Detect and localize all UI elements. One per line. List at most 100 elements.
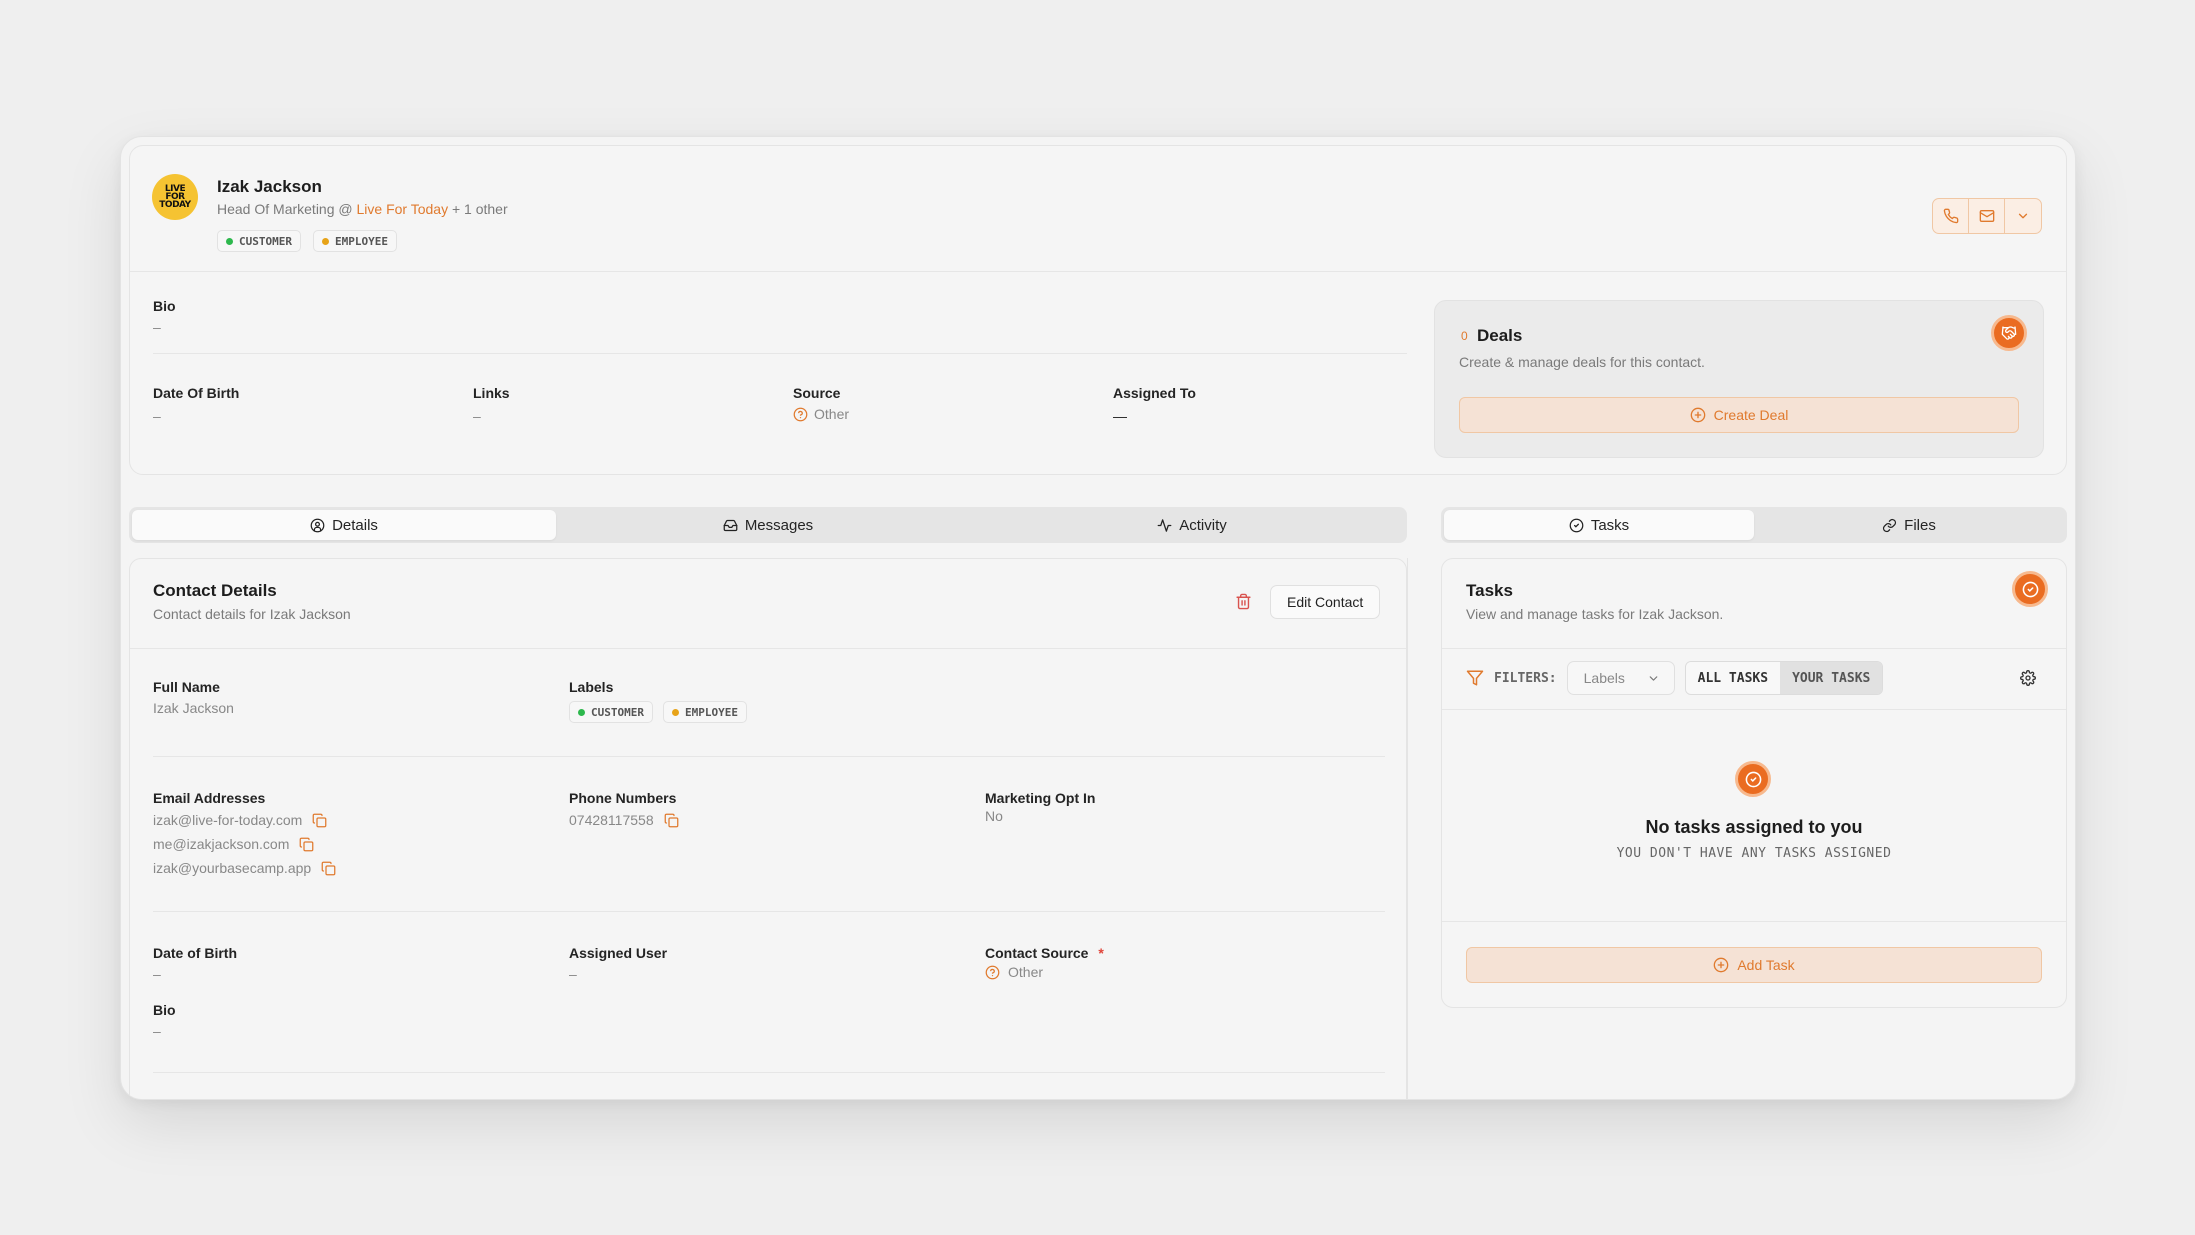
contact-details-title: Contact Details xyxy=(153,581,277,600)
role-prefix: Head Of Marketing @ xyxy=(217,201,357,217)
call-button[interactable] xyxy=(1933,199,1969,233)
contact-header-card: LIVE FOR TODAY Izak Jackson Head Of Market… xyxy=(129,145,2067,475)
summary-source: Other xyxy=(793,406,849,422)
tasks-subtitle: View and manage tasks for Izak Jackson. xyxy=(1466,606,1724,622)
phone-numbers-label: Phone Numbers xyxy=(569,790,677,806)
right-tabbar: Tasks Files xyxy=(1441,507,2067,543)
labels-label: Labels xyxy=(569,679,614,695)
email-value: izak@live-for-today.com xyxy=(153,812,303,828)
tab-files[interactable]: Files xyxy=(1754,510,2064,540)
tasks-header-divider xyxy=(1442,648,2066,649)
labels-select[interactable]: Labels xyxy=(1566,661,1675,695)
email-item: me@izakjackson.com xyxy=(153,832,336,856)
tab-details-label: Details xyxy=(332,516,378,534)
customer-badge: CUSTOMER xyxy=(217,230,301,252)
left-tabbar: Details Messages Activity xyxy=(129,507,1407,543)
more-actions-button[interactable] xyxy=(2005,199,2041,233)
label-badges: CUSTOMER EMPLOYEE xyxy=(217,230,397,252)
deals-title: Deals xyxy=(1477,326,1523,345)
create-deal-button[interactable]: Create Deal xyxy=(1459,397,2019,433)
email-button[interactable] xyxy=(1969,199,2005,233)
customer-badge-text: CUSTOMER xyxy=(239,234,292,248)
handshake-icon xyxy=(2001,326,2017,340)
task-settings-button[interactable] xyxy=(2020,670,2036,691)
details-customer-dot-icon xyxy=(578,708,585,716)
full-name-value: Izak Jackson xyxy=(153,700,234,716)
add-task-button[interactable]: Add Task xyxy=(1466,947,2042,983)
contact-source-value: Other xyxy=(1008,964,1044,980)
phone-value: 07428117558 xyxy=(569,812,654,828)
all-tasks-button[interactable]: ALL TASKS xyxy=(1685,662,1781,694)
marketing-opt-in-label: Marketing Opt In xyxy=(985,790,1096,806)
check-circle-icon xyxy=(1569,518,1584,532)
tasks-panel: Tasks View and manage tasks for Izak Jac… xyxy=(1441,558,2067,1008)
task-filters: FILTERS: Labels ALL TASKS YOUR TASKS xyxy=(1466,661,1884,695)
your-tasks-button[interactable]: YOUR TASKS xyxy=(1780,662,1883,694)
summary-source-value: Other xyxy=(814,406,850,422)
marketing-opt-in-value: No xyxy=(985,808,1003,824)
contact-actions-group xyxy=(1932,198,2042,234)
tab-messages[interactable]: Messages xyxy=(556,510,980,540)
contact-details-subtitle: Contact details for Izak Jackson xyxy=(153,606,351,622)
contact-details-panel: Contact Details Contact details for Izak… xyxy=(129,558,1407,1099)
details-employee-dot-icon xyxy=(671,708,679,716)
phone-list: 07428117558 xyxy=(569,808,679,832)
email-value: me@izakjackson.com xyxy=(153,836,290,852)
details-label-badges: CUSTOMER EMPLOYEE xyxy=(569,701,747,723)
summary-bio-value: – xyxy=(153,319,161,335)
role-suffix: + 1 other xyxy=(448,201,508,217)
question-circle-icon xyxy=(985,965,1000,979)
customer-dot-icon xyxy=(226,237,233,245)
summary-divider xyxy=(153,353,1407,354)
summary-source-label: Source xyxy=(793,385,841,401)
link-icon xyxy=(1883,518,1897,532)
details-customer-badge-text: CUSTOMER xyxy=(591,705,644,719)
delete-contact-button[interactable] xyxy=(1235,593,1252,615)
tab-files-label: Files xyxy=(1904,516,1936,534)
edit-contact-button[interactable]: Edit Contact xyxy=(1270,585,1381,619)
tab-activity-label: Activity xyxy=(1179,516,1227,534)
summary-dob-label: Date Of Birth xyxy=(153,385,240,401)
date-of-birth-label: Date of Birth xyxy=(153,945,237,961)
phone-item: 07428117558 xyxy=(569,808,679,832)
check-circle-icon xyxy=(1745,771,1761,787)
assigned-user-value: – xyxy=(569,966,577,982)
trash-icon xyxy=(1236,593,1251,610)
company-link[interactable]: Live For Today xyxy=(357,201,449,217)
tab-details[interactable]: Details xyxy=(132,510,556,540)
filters-label: FILTERS: xyxy=(1494,670,1557,686)
tasks-footer-divider xyxy=(1442,921,2066,922)
chevron-down-icon xyxy=(2018,213,2028,219)
tasks-title: Tasks xyxy=(1466,581,1513,600)
copy-icon[interactable] xyxy=(312,813,327,828)
summary-assigned-value: — xyxy=(1113,408,1127,424)
contact-source-label-text: Contact Source xyxy=(985,945,1089,961)
plus-circle-icon xyxy=(1713,957,1729,973)
add-task-label: Add Task xyxy=(1737,957,1795,973)
summary-links-value: – xyxy=(473,408,481,424)
tab-messages-label: Messages xyxy=(744,516,814,534)
summary-assigned-label: Assigned To xyxy=(1113,385,1196,401)
deals-badge xyxy=(1991,315,2027,351)
details-employee-badge: EMPLOYEE xyxy=(662,701,747,723)
gear-icon xyxy=(2020,670,2036,686)
contact-name: Izak Jackson xyxy=(217,177,322,196)
question-circle-icon xyxy=(793,407,808,421)
email-value: izak@yourbasecamp.app xyxy=(153,860,312,876)
contact-role: Head Of Marketing @ Live For Today + 1 o… xyxy=(217,201,508,217)
avatar: LIVE FOR TODAY xyxy=(152,174,198,220)
filter-icon xyxy=(1466,670,1484,686)
phone-icon xyxy=(1943,208,1958,224)
copy-icon[interactable] xyxy=(664,813,679,828)
check-circle-icon xyxy=(2022,581,2038,597)
tab-activity[interactable]: Activity xyxy=(980,510,1404,540)
empty-state-title: No tasks assigned to you xyxy=(1645,817,1863,837)
details-bio-label: Bio xyxy=(153,1002,176,1018)
summary-dob-value: – xyxy=(153,408,161,424)
summary-bio-label: Bio xyxy=(153,298,176,314)
employee-badge-text: EMPLOYEE xyxy=(334,234,388,248)
copy-icon[interactable] xyxy=(321,861,336,876)
tab-tasks[interactable]: Tasks xyxy=(1444,510,1754,540)
copy-icon[interactable] xyxy=(299,837,314,852)
details-employee-badge-text: EMPLOYEE xyxy=(684,705,738,719)
